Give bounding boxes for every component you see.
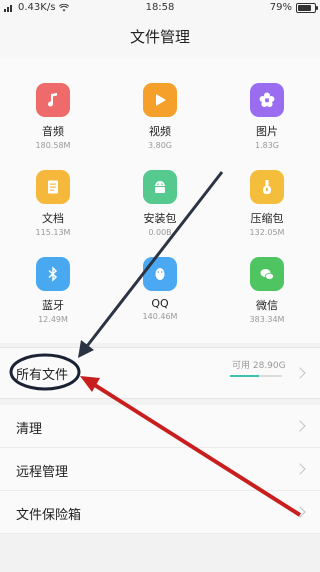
flower-icon (250, 83, 284, 117)
qq-penguin-icon (143, 257, 177, 291)
storage-progress-fill (230, 375, 259, 377)
category-video[interactable]: 视频 3.80G (107, 83, 213, 150)
category-size: 383.34M (249, 315, 285, 324)
chevron-right-icon (294, 506, 306, 518)
archive-icon (250, 170, 284, 204)
category-label: 文档 (42, 212, 64, 225)
list-item-cleanup[interactable]: 清理 (0, 405, 320, 448)
category-bluetooth[interactable]: 蓝牙 12.49M (0, 257, 106, 324)
document-icon (36, 170, 70, 204)
category-label: 视频 (149, 125, 171, 138)
storage-progress-bar (230, 375, 282, 377)
battery-percent: 79% (269, 2, 292, 13)
category-apk[interactable]: 安装包 0.00B (107, 170, 213, 237)
category-size: 3.80G (147, 141, 172, 150)
all-files-row[interactable]: 所有文件 可用 28.90G (0, 347, 320, 399)
category-archives[interactable]: 压缩包 132.05M (214, 170, 320, 237)
category-images[interactable]: 图片 1.83G (214, 83, 320, 150)
chevron-right-icon (294, 420, 306, 432)
category-size: 132.05M (249, 228, 285, 237)
android-icon (143, 170, 177, 204)
list-item-label: 远程管理 (16, 465, 69, 480)
category-size: 115.13M (35, 228, 71, 237)
list-item-label: 文件保险箱 (16, 508, 82, 523)
music-note-icon (36, 83, 70, 117)
status-right: 79% (269, 2, 318, 13)
list-item-remote-management[interactable]: 远程管理 (0, 448, 320, 491)
category-size: 180.58M (35, 141, 71, 150)
category-size: 1.83G (254, 141, 279, 150)
status-bar: 0.43K/s 18:58 79% (0, 0, 320, 16)
chevron-right-icon (294, 367, 306, 379)
category-documents[interactable]: 文档 115.13M (0, 170, 106, 237)
category-label: 图片 (256, 125, 278, 138)
list-item-label: 清理 (16, 422, 43, 437)
battery-icon (296, 2, 318, 13)
category-size: 12.49M (38, 315, 68, 324)
list-item-file-vault[interactable]: 文件保险箱 (0, 491, 320, 534)
category-label: QQ (151, 297, 169, 310)
all-files-label: 所有文件 (16, 368, 69, 383)
bluetooth-icon (36, 257, 70, 291)
category-label: 压缩包 (250, 212, 284, 225)
category-label: 微信 (256, 299, 278, 312)
category-size: 0.00B (148, 228, 172, 237)
category-size: 140.46M (142, 312, 178, 321)
category-qq[interactable]: QQ 140.46M (107, 257, 213, 321)
chevron-right-icon (294, 463, 306, 475)
category-label: 音频 (42, 125, 64, 138)
category-grid: 音频 180.58M 视频 3.80G 图片 1.83G 文档 115.13M … (0, 58, 320, 343)
category-audio[interactable]: 音频 180.58M (0, 83, 106, 150)
play-icon (143, 83, 177, 117)
wechat-icon (250, 257, 284, 291)
category-label: 蓝牙 (42, 299, 64, 312)
category-wechat[interactable]: 微信 383.34M (214, 257, 320, 324)
available-storage: 可用 28.90G (232, 361, 286, 371)
category-label: 安装包 (143, 212, 177, 225)
page-title: 文件管理 (0, 16, 320, 58)
